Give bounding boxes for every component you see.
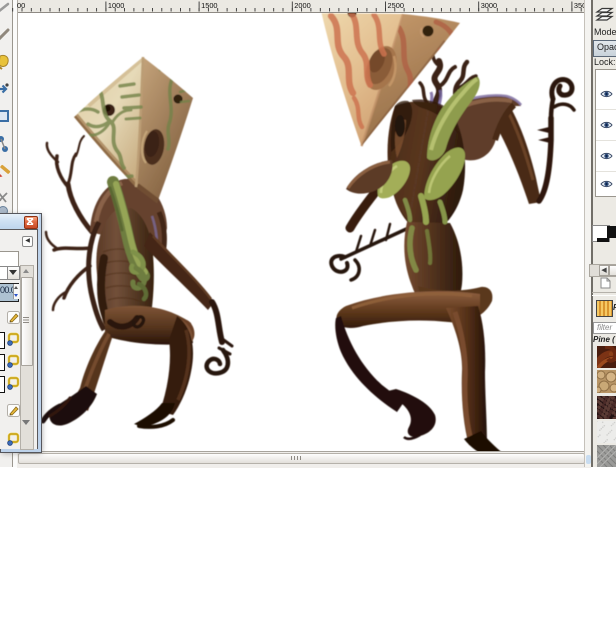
- svg-text:00: 00: [17, 1, 25, 10]
- svg-text:2000: 2000: [294, 1, 310, 10]
- svg-text:1000: 1000: [108, 1, 124, 10]
- svg-text:2500: 2500: [388, 1, 404, 10]
- svg-text:1500: 1500: [201, 1, 217, 10]
- svg-text:3000: 3000: [481, 1, 497, 10]
